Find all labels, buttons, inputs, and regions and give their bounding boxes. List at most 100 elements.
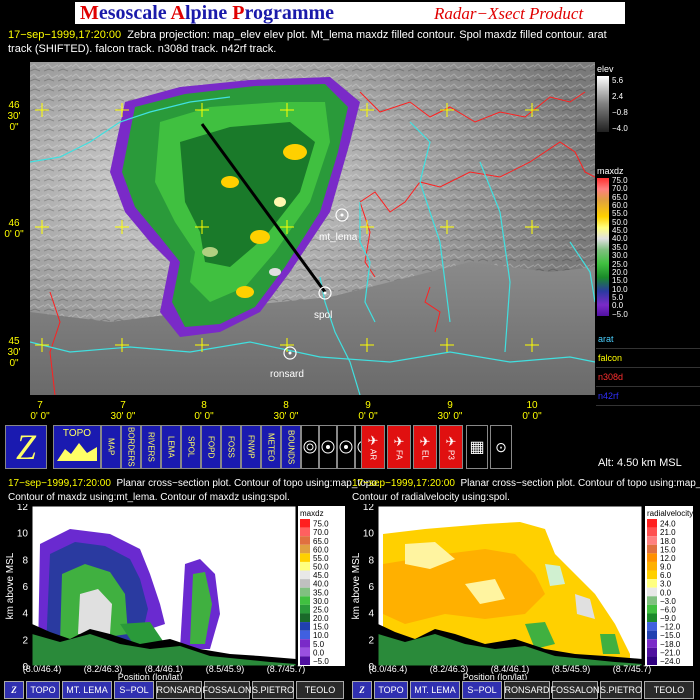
aircraft-p3-button[interactable]: ✈ P3	[439, 425, 463, 469]
left-colorbar-swatch	[300, 536, 310, 545]
left-zebra-button[interactable]: Z	[4, 681, 24, 699]
aircraft-ar-button[interactable]: ✈ AR	[361, 425, 385, 469]
right-colorbar-swatch	[647, 553, 657, 562]
left-timestamp: 17−sep−1999,17:20:00	[8, 478, 111, 489]
maxdz-colorbar	[597, 178, 609, 316]
right-colorbar-swatch	[647, 630, 657, 640]
grid-button[interactable]: ▦	[466, 425, 488, 469]
right-colorbar-swatch	[647, 639, 657, 648]
right-xsect-plot[interactable]: 121086420 (8.0/46.4) (8.2/46.3) (8.4/46.1)…	[345, 504, 700, 680]
left-caption-text: Planar cross−section plot. Contour of to…	[116, 478, 380, 489]
right-colorbar-swatch	[647, 622, 657, 631]
foss-button[interactable]: FOSS	[221, 425, 241, 469]
lon-label-4: 8 30' 0"	[273, 400, 299, 422]
track-legend-n308d[interactable]: n308d	[596, 368, 700, 387]
left-colorbar-label: −5.0	[313, 657, 329, 666]
left-x-axis-label: Position (lon/lat)	[118, 672, 183, 680]
right-spietro-button[interactable]: S.PIETRO	[600, 681, 642, 699]
bounds-button[interactable]: BOUNDS	[281, 425, 301, 469]
lat-label-3: 45 30' 0"	[7, 336, 21, 369]
radar-icon	[321, 440, 335, 454]
left-spol-button[interactable]: S−POL	[114, 681, 154, 699]
right-colorbar-swatch	[647, 570, 657, 580]
left-xsect-plot[interactable]: 121086420 (8.0/46.4) (8.2/46.3) (8.4/46.1)…	[0, 504, 345, 680]
left-y-ticks: 121086420	[17, 504, 29, 673]
map-button[interactable]: MAP	[101, 425, 121, 469]
maxdz-label-column: 75.0 70.0 65.0 60.0 55.0 50.0 45.0 40.0 35.0 30.0…	[612, 176, 642, 319]
elev-label: −0.8	[612, 108, 628, 117]
rivers-button[interactable]: RIVERS	[141, 425, 161, 469]
right-colorbar-label: −24.0	[660, 657, 681, 666]
elev-label: 2.4	[612, 92, 624, 101]
left-colorbar-swatch	[300, 561, 310, 571]
right-fossalon-button[interactable]: FOSSALON	[551, 681, 600, 699]
topo-icon	[57, 443, 97, 461]
right-y-tick-label: 10	[363, 529, 375, 540]
radar-site-button[interactable]	[337, 425, 355, 469]
right-x-tick-label: (8.5/45.9)	[552, 664, 591, 674]
right-colorbar-swatch	[647, 596, 657, 605]
aircraft-el-button[interactable]: ✈ EL	[413, 425, 437, 469]
track-legend-n42rf[interactable]: n42rf	[596, 387, 700, 406]
track-legend-arat[interactable]: arat	[596, 330, 700, 349]
fopd-button[interactable]: FOPD	[201, 425, 221, 469]
altitude-readout: Alt: 4.50 km MSL	[598, 457, 682, 469]
right-mtlema-button[interactable]: MT. LEMA	[410, 681, 460, 699]
left-y-tick-label: 8	[22, 555, 28, 566]
right-y-tick-label: 6	[368, 582, 374, 593]
lon-label-7: 10 0' 0"	[522, 400, 542, 422]
right-topo-button[interactable]: TOPO	[374, 681, 408, 699]
right-y-tick-label: 4	[368, 609, 374, 620]
zebra-logo-button[interactable]: Z	[5, 425, 47, 469]
right-colorbar-swatch	[647, 656, 657, 665]
radar-icon	[303, 440, 317, 454]
grid-icon: ▦	[469, 439, 485, 456]
spol-button[interactable]: SPOL	[181, 425, 201, 469]
meteo-button[interactable]: METEO	[261, 425, 281, 469]
right-y-tick-label: 8	[368, 555, 374, 566]
radar-site-button[interactable]	[301, 425, 319, 469]
left-spietro-button[interactable]: S.PIETRO	[252, 681, 294, 699]
right-x-tick-label: (8.0/46.4)	[369, 664, 408, 674]
right-teolo-button[interactable]: TEOLO	[644, 681, 694, 699]
left-colorbar-swatch	[300, 527, 310, 537]
aircraft-fa-button[interactable]: ✈ FA	[387, 425, 411, 469]
right-colorbar-swatch	[647, 536, 657, 545]
right-caption-line2: Contour of radialvelocity using:spol.	[352, 492, 510, 503]
right-colorbar-title: radialvelocity	[647, 509, 693, 518]
topo-button[interactable]: TOPO	[53, 425, 101, 469]
left-colorbar-swatch	[300, 587, 310, 597]
lon-label-6: 9 30' 0"	[437, 400, 463, 422]
radar-map[interactable]: mt_lema spol ronsard	[30, 62, 595, 395]
left-ronsard-button[interactable]: RONSARD	[156, 681, 202, 699]
lema-button[interactable]: LEMA	[161, 425, 181, 469]
maxdz-legend-title: maxdz	[597, 166, 624, 176]
left-colorbar-swatch	[300, 519, 310, 528]
right-colorbar-swatch	[647, 587, 657, 597]
fnwp-button[interactable]: FNWP	[241, 425, 261, 469]
airplane-icon: ✈	[393, 434, 405, 450]
left-mtlema-button[interactable]: MT. LEMA	[62, 681, 112, 699]
right-y-tick-label: 12	[363, 504, 375, 513]
lon-label-1: 7 0' 0"	[30, 400, 50, 422]
left-colorbar-swatch	[300, 570, 310, 580]
right-colorbar-swatch	[647, 647, 657, 657]
borders-button[interactable]: BORDERS	[121, 425, 141, 469]
track-legend: arat falcon n308d n42rf	[596, 330, 700, 406]
left-fossalon-button[interactable]: FOSSALON	[203, 681, 252, 699]
target-button[interactable]: ⊙	[490, 425, 512, 469]
right-ronsard-button[interactable]: RONSARD	[504, 681, 550, 699]
left-y-tick-label: 12	[17, 504, 29, 513]
track-legend-falcon[interactable]: falcon	[596, 349, 700, 368]
left-caption-line1: 17−sep−1999,17:20:00 Planar cross−sectio…	[8, 477, 380, 491]
radar-site-button[interactable]	[319, 425, 337, 469]
left-teolo-button[interactable]: TEOLO	[296, 681, 344, 699]
left-colorbar-swatch	[300, 639, 310, 648]
left-x-tick-label: (8.2/46.3)	[84, 664, 123, 674]
right-spol-button[interactable]: S−POL	[462, 681, 502, 699]
elev-colorbar	[597, 76, 609, 132]
left-colorbar-swatch	[300, 553, 310, 562]
left-colorbar-swatch	[300, 604, 310, 614]
right-zebra-button[interactable]: Z	[352, 681, 372, 699]
left-topo-button[interactable]: TOPO	[26, 681, 60, 699]
